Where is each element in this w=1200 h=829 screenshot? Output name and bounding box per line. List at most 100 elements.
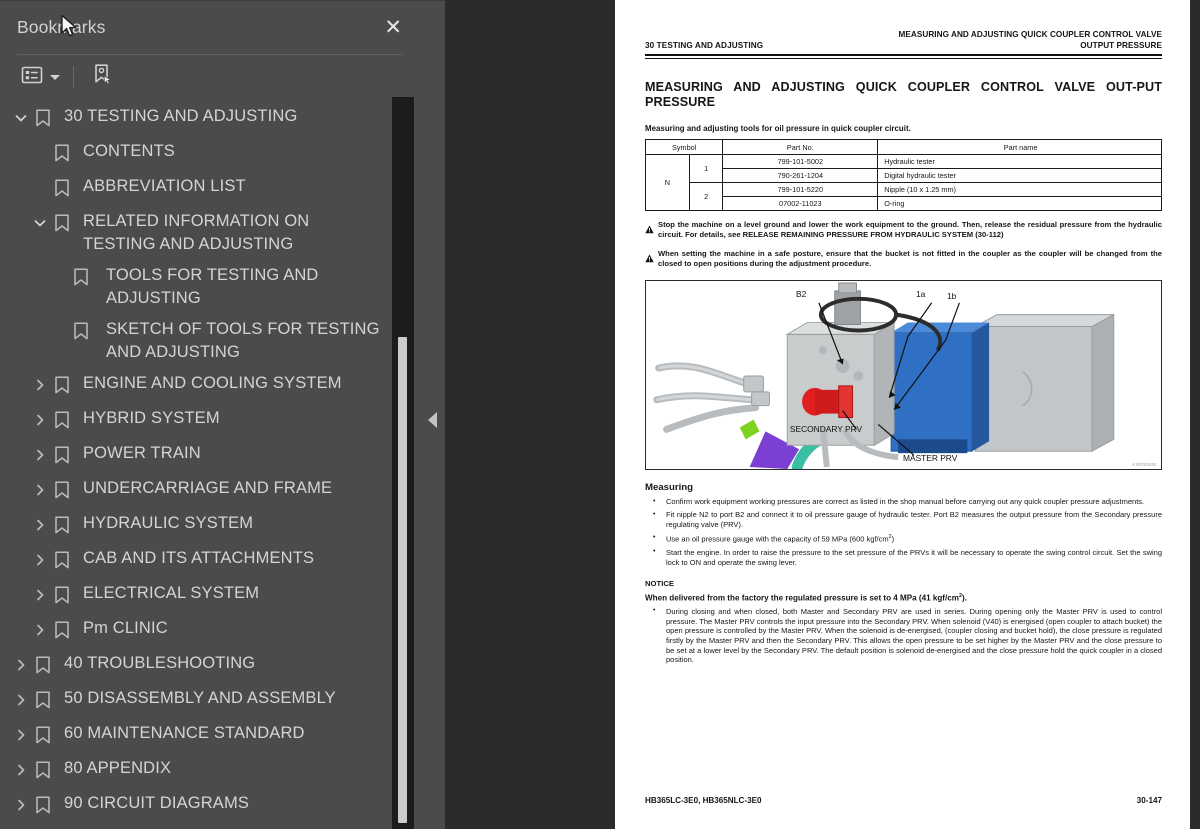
figure-illustration <box>653 282 1115 469</box>
bookmark-item-label: TOOLS FOR TESTING AND ADJUSTING <box>106 266 319 307</box>
bookmarks-scrollbar-thumb[interactable] <box>398 337 407 823</box>
close-icon[interactable]: ✕ <box>384 17 402 38</box>
bookmarks-scrollbar[interactable] <box>392 97 414 829</box>
chevron-right-icon[interactable] <box>29 549 51 571</box>
bookmark-item-label: ENGINE AND COOLING SYSTEM <box>83 374 342 392</box>
th-part-no: Part No. <box>722 139 879 156</box>
list-options-button[interactable] <box>18 62 63 93</box>
bookmark-item[interactable]: CONTENTS <box>0 136 420 171</box>
figure-code: KSP00349 <box>1132 462 1156 467</box>
bookmark-item-label: RELATED INFORMATION ON TESTING AND ADJUS… <box>83 212 310 253</box>
bookmark-icon <box>70 266 92 288</box>
bookmark-item[interactable]: POWER TRAIN <box>0 438 420 473</box>
chevron-down-icon[interactable] <box>10 107 32 129</box>
bookmark-item[interactable]: 80 APPENDIX <box>0 753 420 788</box>
bookmark-item[interactable]: 50 DISASSEMBLY AND ASSEMBLY <box>0 683 420 718</box>
figure-callout-secondary-prv: SECONDARY PRV <box>789 424 863 434</box>
bookmark-item[interactable]: SKETCH OF TOOLS FOR TESTING AND ADJUSTIN… <box>0 314 420 368</box>
bookmark-item[interactable]: RELATED INFORMATION ON TESTING AND ADJUS… <box>0 206 420 260</box>
find-bookmark-button[interactable] <box>88 60 118 95</box>
toolbar-separator <box>73 66 74 88</box>
bookmark-item[interactable]: INDEX <box>0 823 420 829</box>
cell-part-no: 799-101-5002 <box>722 154 879 170</box>
bookmark-item[interactable]: ELECTRICAL SYSTEM <box>0 578 420 613</box>
warning-text: Stop the machine on a level ground and l… <box>658 220 1162 240</box>
bookmark-item[interactable]: HYBRID SYSTEM <box>0 403 420 438</box>
chevron-down-icon[interactable] <box>29 212 51 234</box>
bookmark-icon <box>32 689 54 711</box>
chevron-right-icon[interactable] <box>29 444 51 466</box>
bookmark-icon <box>32 654 54 676</box>
bookmark-item-label: UNDERCARRIAGE AND FRAME <box>83 479 333 497</box>
page-footer: HB365LC-3E0, HB365NLC-3E0 30-147 <box>645 796 1162 805</box>
bookmarks-tree[interactable]: 30 TESTING AND ADJUSTING CONTENTS ABBREVIA… <box>0 99 420 829</box>
bookmark-pointer-icon <box>91 63 115 92</box>
bookmark-icon <box>32 107 54 129</box>
list-item: Start the engine. In order to raise the … <box>645 547 1162 567</box>
viewer-right-strip <box>1190 0 1200 829</box>
collapse-left-icon[interactable] <box>428 412 437 428</box>
chevron-right-icon[interactable] <box>29 409 51 431</box>
bookmark-icon <box>32 759 54 781</box>
bookmark-item[interactable]: 40 TROUBLESHOOTING <box>0 648 420 683</box>
bookmark-item[interactable]: 30 TESTING AND ADJUSTING <box>0 101 420 136</box>
bookmark-item[interactable]: TOOLS FOR TESTING AND ADJUSTING <box>0 260 420 314</box>
bookmark-item[interactable]: Pm CLINIC <box>0 613 420 648</box>
bookmark-item[interactable]: ABBREVIATION LIST <box>0 171 420 206</box>
cell-part-no: 07002-11023 <box>722 196 879 212</box>
chevron-right-icon[interactable] <box>10 759 32 781</box>
chevron-right-icon[interactable] <box>10 654 32 676</box>
chevron-right-icon[interactable] <box>10 689 32 711</box>
bookmark-item[interactable]: CAB AND ITS ATTACHMENTS <box>0 543 420 578</box>
bookmarks-panel-header: Bookmarks ✕ <box>0 1 420 54</box>
bookmark-item-label: 40 TROUBLESHOOTING <box>64 654 256 672</box>
notice-subheading: When delivered from the factory the regu… <box>645 593 967 603</box>
bookmark-item-label: HYDRAULIC SYSTEM <box>83 514 254 532</box>
cell-part-name: Hydraulic tester <box>877 154 1162 170</box>
bookmark-item-label: 60 MAINTENANCE STANDARD <box>64 724 305 742</box>
cell-part-name: O-ring <box>877 196 1162 212</box>
bookmark-icon <box>32 724 54 746</box>
table-row: 07002-11023 O-ring <box>646 196 1162 212</box>
bookmark-item[interactable]: 90 CIRCUIT DIAGRAMS <box>0 788 420 823</box>
bookmark-icon <box>51 177 73 199</box>
warning-text: When setting the machine in a safe postu… <box>658 249 1162 269</box>
list-item: Fit nipple N2 to port B2 and connect it … <box>645 510 1162 529</box>
bookmark-icon <box>51 619 73 641</box>
bookmark-icon <box>51 584 73 606</box>
panel-divider[interactable] <box>420 0 445 829</box>
chevron-right-icon[interactable] <box>29 584 51 606</box>
bookmark-item-label: POWER TRAIN <box>83 444 201 462</box>
chevron-right-icon[interactable] <box>29 374 51 396</box>
bookmark-item[interactable]: ENGINE AND COOLING SYSTEM <box>0 368 420 403</box>
chevron-right-icon[interactable] <box>10 724 32 746</box>
chevron-right-icon[interactable] <box>29 619 51 641</box>
bookmark-item[interactable]: UNDERCARRIAGE AND FRAME <box>0 473 420 508</box>
footer-page-number: 30-147 <box>1136 796 1162 805</box>
bookmark-item-label: Pm CLINIC <box>83 619 168 637</box>
footer-model: HB365LC-3E0, HB365NLC-3E0 <box>645 796 762 805</box>
document-page: 30 TESTING AND ADJUSTING MEASURING AND A… <box>615 0 1190 829</box>
bookmark-item-label: 50 DISASSEMBLY AND ASSEMBLY <box>64 689 336 707</box>
bookmark-icon <box>51 142 73 164</box>
bookmark-item[interactable]: HYDRAULIC SYSTEM <box>0 508 420 543</box>
figure-callout-1a: 1a <box>916 289 926 299</box>
chevron-right-icon[interactable] <box>29 514 51 536</box>
page-title: MEASURING AND ADJUSTING QUICK COUPLER CO… <box>645 80 1162 110</box>
figure-callout-1b: 1b <box>947 291 957 301</box>
twisty-placeholder <box>29 142 51 164</box>
parts-table: Symbol Part No. Part name N 1 799-101-5002… <box>644 139 1162 212</box>
pdf-reader-window: Bookmarks ✕ 30 TESTING AND ADJUSTING CON… <box>0 0 1200 829</box>
bookmark-item-label: CAB AND ITS ATTACHMENTS <box>83 549 315 567</box>
bookmark-icon <box>51 549 73 571</box>
bookmark-item-label: HYBRID SYSTEM <box>83 409 220 427</box>
bookmark-icon <box>51 444 73 466</box>
chevron-right-icon[interactable] <box>10 794 32 816</box>
bookmark-item[interactable]: 60 MAINTENANCE STANDARD <box>0 718 420 753</box>
chevron-right-icon[interactable] <box>29 479 51 501</box>
th-symbol: Symbol <box>644 139 724 156</box>
notice-heading: NOTICE <box>645 579 675 589</box>
cell-part-name: Nipple (10 x 1.25 mm) <box>877 182 1162 198</box>
notice-bullet-list: During closing and when closed, both Mas… <box>645 606 1162 665</box>
figure-callout-master-prv: MASTER PRV <box>903 453 958 463</box>
